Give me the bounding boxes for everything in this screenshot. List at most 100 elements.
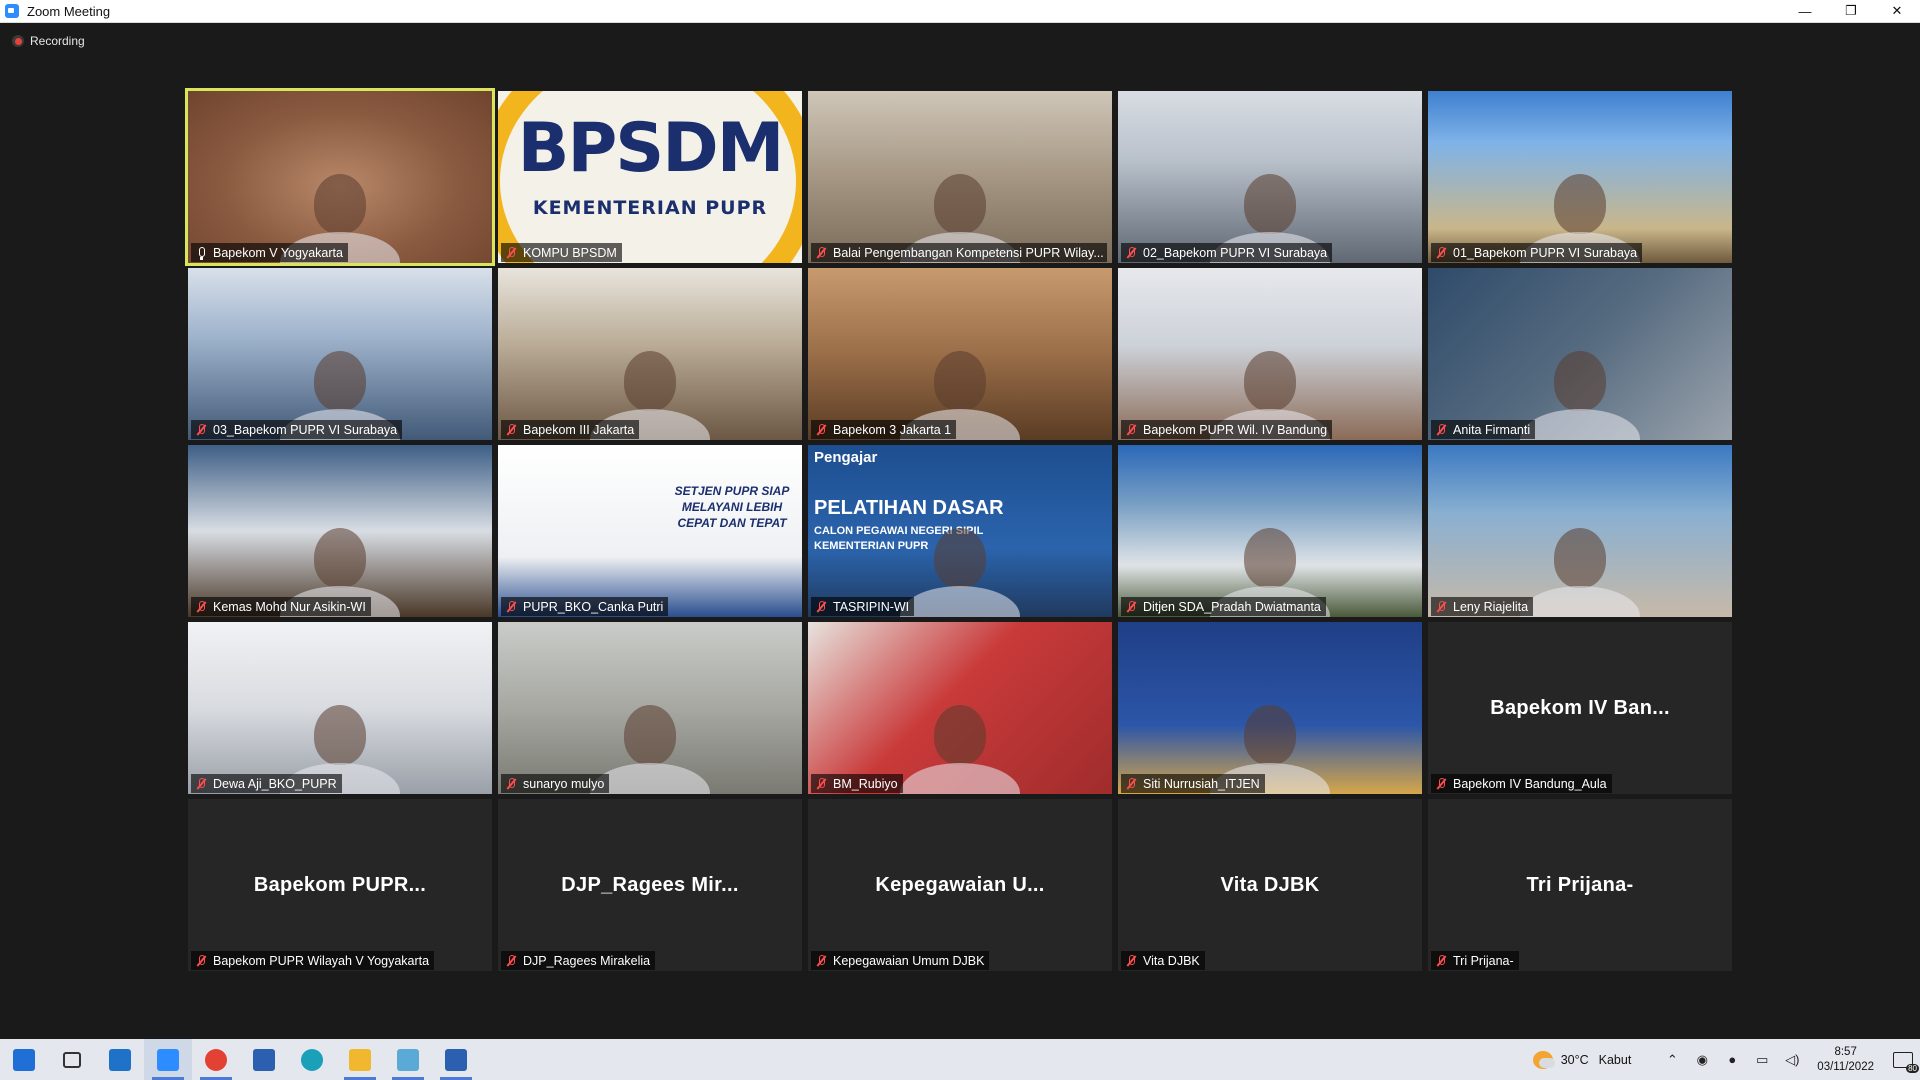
participant-name: TASRIPIN-WI <box>833 599 910 614</box>
participant-video <box>1118 268 1422 440</box>
zoom-app-icon <box>5 4 19 18</box>
slide-text: SETJEN PUPR SIAP MELAYANI LEBIH CEPAT DA… <box>674 484 790 530</box>
participant-video <box>808 91 1112 263</box>
title-bar: Zoom Meeting — ❐ ✕ <box>0 0 1920 23</box>
chevron-up-icon[interactable]: ⌃ <box>1657 1039 1687 1080</box>
participant-tile[interactable]: SETJEN PUPR SIAP MELAYANI LEBIH CEPAT DA… <box>498 445 802 617</box>
participant-name: KOMPU BPSDM <box>523 245 617 260</box>
participant-silhouette <box>934 350 986 411</box>
participant-silhouette <box>314 350 366 411</box>
participant-tile[interactable]: Bapekom PUPR... Bapekom PUPR Wilayah V Yo… <box>188 799 492 971</box>
participant-video <box>808 622 1112 794</box>
participant-name-label: Bapekom 3 Jakarta 1 <box>811 420 957 439</box>
participant-name-label: Kepegawaian Umum DJBK <box>811 951 990 970</box>
participant-name-label: DJP_Ragees Mirakelia <box>501 951 656 970</box>
window-controls: — ❐ ✕ <box>1782 0 1920 22</box>
participant-name-label: Siti Nurrusiah_ITJEN <box>1121 774 1265 793</box>
weather-desc: Kabut <box>1598 1052 1632 1067</box>
notification-center[interactable]: 80 <box>1886 1039 1920 1080</box>
mic-muted-icon <box>814 246 828 260</box>
participant-name-label: Anita Firmanti <box>1431 420 1536 439</box>
participant-tile[interactable]: 03_Bapekom PUPR VI Surabaya <box>188 268 492 440</box>
participant-name-label: Bapekom PUPR Wilayah V Yogyakarta <box>191 951 435 970</box>
participant-tile[interactable]: Kepegawaian U... Kepegawaian Umum DJBK <box>808 799 1112 971</box>
participant-silhouette <box>1554 173 1606 234</box>
participant-tile[interactable]: Anita Firmanti <box>1428 268 1732 440</box>
participant-silhouette <box>934 527 986 588</box>
mic-muted-icon <box>1124 423 1138 437</box>
participant-tile[interactable]: Pengajar PELATIHAN DASAR CALON PEGAWAI NEG… <box>808 445 1112 617</box>
participant-tile[interactable]: Bapekom IV Ban... Bapekom IV Bandung_Aula <box>1428 622 1732 794</box>
mic-muted-icon <box>504 954 518 968</box>
mic-icon <box>194 246 208 260</box>
notification-icon: 80 <box>1893 1051 1919 1073</box>
mic-muted-icon <box>1434 246 1448 260</box>
volume-icon[interactable]: ◁) <box>1777 1039 1807 1080</box>
taskbar-button[interactable] <box>240 1039 288 1080</box>
participant-tile[interactable]: sunaryo mulyo <box>498 622 802 794</box>
taskbar-button[interactable] <box>432 1039 480 1080</box>
participant-name-label: KOMPU BPSDM <box>501 243 622 262</box>
participant-tile[interactable]: Leny Riajelita <box>1428 445 1732 617</box>
taskbar-button[interactable] <box>192 1039 240 1080</box>
participant-tile[interactable]: 01_Bapekom PUPR VI Surabaya <box>1428 91 1732 263</box>
participant-silhouette <box>624 350 676 411</box>
recording-indicator[interactable]: Recording <box>12 34 85 48</box>
close-button[interactable]: ✕ <box>1874 0 1920 22</box>
mic-muted-icon <box>504 777 518 791</box>
participant-tile[interactable]: Tri Prijana- Tri Prijana- <box>1428 799 1732 971</box>
meet-now-icon[interactable]: ◉ <box>1687 1039 1717 1080</box>
participant-tile[interactable]: Dewa Aji_BKO_PUPR <box>188 622 492 794</box>
weather-icon <box>1532 1050 1555 1069</box>
participant-name-label: PUPR_BKO_Canka Putri <box>501 597 669 616</box>
participant-tile[interactable]: Bapekom 3 Jakarta 1 <box>808 268 1112 440</box>
taskbar-button[interactable] <box>384 1039 432 1080</box>
participant-tile[interactable]: 02_Bapekom PUPR VI Surabaya <box>1118 91 1422 263</box>
participant-tile[interactable]: Balai Pengembangan Kompetensi PUPR Wilay… <box>808 91 1112 263</box>
participant-tile[interactable]: Vita DJBK Vita DJBK <box>1118 799 1422 971</box>
taskbar-button[interactable] <box>96 1039 144 1080</box>
weather-temp: 30°C <box>1560 1052 1589 1067</box>
clock-time: 8:57 <box>1834 1045 1857 1058</box>
taskbar-button[interactable] <box>0 1039 48 1080</box>
notification-count: 80 <box>1906 1063 1919 1073</box>
participant-video <box>808 268 1112 440</box>
participant-video <box>188 268 492 440</box>
participant-tile[interactable]: Siti Nurrusiah_ITJEN <box>1118 622 1422 794</box>
participant-tile[interactable]: BM_Rubiyo <box>808 622 1112 794</box>
clock[interactable]: 8:57 03/11/2022 <box>1817 1045 1874 1075</box>
participant-display-name: DJP_Ragees Mir... <box>561 873 739 896</box>
mic-muted-icon <box>814 954 828 968</box>
participant-name-label: TASRIPIN-WI <box>811 597 915 616</box>
banner-tag: Pengajar <box>814 449 878 466</box>
participant-name-label: Balai Pengembangan Kompetensi PUPR Wilay… <box>811 243 1107 262</box>
mail-icon <box>109 1048 131 1071</box>
mic-muted-icon <box>194 600 208 614</box>
participant-name-label: sunaryo mulyo <box>501 774 610 793</box>
participant-tile[interactable]: Bapekom PUPR Wil. IV Bandung <box>1118 268 1422 440</box>
minimize-button[interactable]: — <box>1782 0 1828 22</box>
taskbar-button[interactable] <box>144 1039 192 1080</box>
taskbar-button[interactable] <box>336 1039 384 1080</box>
microphone-icon[interactable]: ● <box>1717 1039 1747 1080</box>
participant-name: Vita DJBK <box>1143 953 1200 968</box>
participant-tile[interactable]: Bapekom V Yogyakarta <box>185 88 495 266</box>
taskbar-button[interactable] <box>288 1039 336 1080</box>
participant-silhouette <box>314 173 366 234</box>
participant-video <box>1428 91 1732 263</box>
participant-name: Tri Prijana- <box>1453 953 1514 968</box>
participant-tile[interactable]: DJP_Ragees Mir... DJP_Ragees Mirakelia <box>498 799 802 971</box>
participant-name: sunaryo mulyo <box>523 776 605 791</box>
participant-name: Leny Riajelita <box>1453 599 1529 614</box>
weather-widget[interactable]: 30°C Kabut <box>1532 1050 1632 1069</box>
participant-tile[interactable]: Bapekom III Jakarta <box>498 268 802 440</box>
taskbar-button[interactable] <box>48 1039 96 1080</box>
network-icon[interactable]: ▭ <box>1747 1039 1777 1080</box>
participant-tile[interactable]: Kemas Mohd Nur Asikin-WI <box>188 445 492 617</box>
participant-name-label: 03_Bapekom PUPR VI Surabaya <box>191 420 403 439</box>
store-icon <box>253 1048 275 1071</box>
participant-name-label: Bapekom IV Bandung_Aula <box>1431 774 1612 793</box>
participant-tile[interactable]: BPSDM KEMENTERIAN PUPR KOMPU BPSDM <box>498 91 802 263</box>
restore-button[interactable]: ❐ <box>1828 0 1874 22</box>
participant-tile[interactable]: Ditjen SDA_Pradah Dwiatmanta <box>1118 445 1422 617</box>
